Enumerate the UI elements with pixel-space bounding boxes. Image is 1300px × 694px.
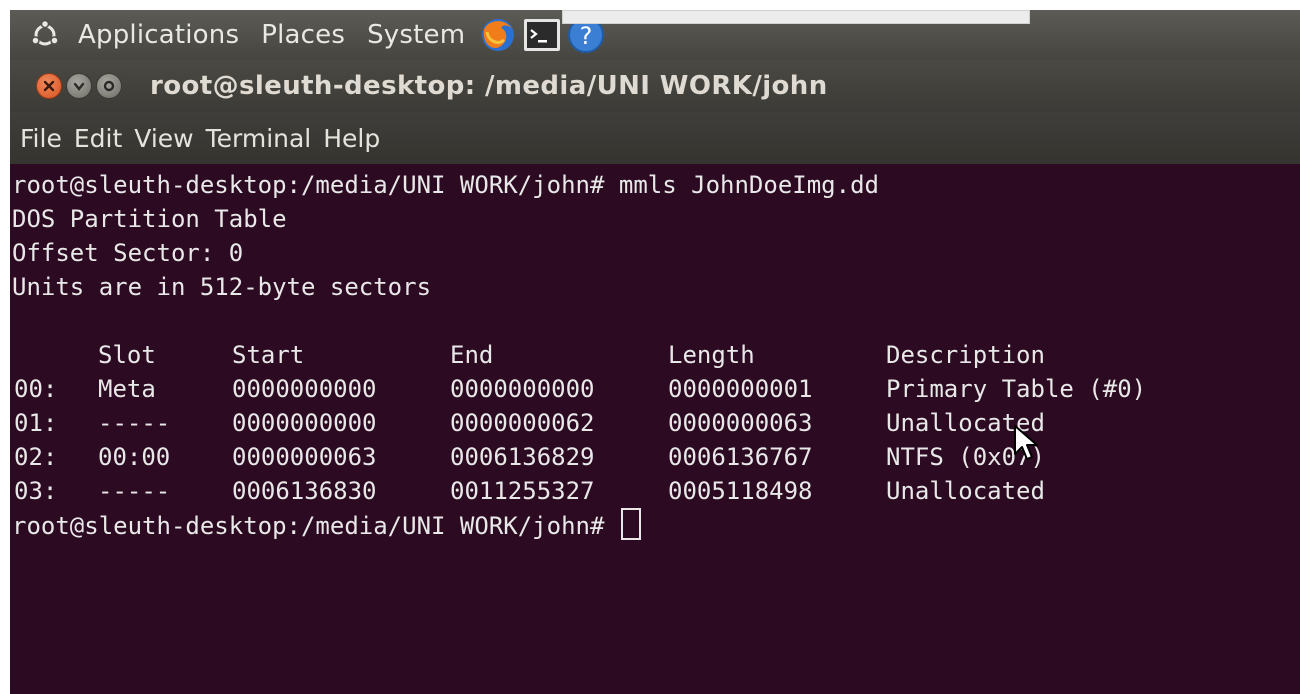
firefox-icon[interactable] <box>479 16 517 54</box>
start-cell: 0000000063 <box>232 443 377 471</box>
table-row: 00: Meta 0000000000 0000000000 000000000… <box>12 372 1300 406</box>
output-line: Units are in 512-byte sectors <box>12 273 432 301</box>
command-text: mmls JohnDoeImg.dd <box>618 171 879 199</box>
end-cell: 0011255327 <box>450 477 595 505</box>
system-menu[interactable]: System <box>367 20 465 50</box>
slot-cell: 00:00 <box>98 443 171 471</box>
slot-cell: ----- <box>98 409 171 437</box>
end-cell: 0000000062 <box>450 409 595 437</box>
column-header-description: Description <box>886 341 1045 369</box>
text-cursor <box>620 508 641 540</box>
description-cell: Primary Table (#0) <box>886 375 1147 403</box>
column-header-end: End <box>450 341 494 369</box>
slot-cell: ----- <box>98 477 171 505</box>
table-row: 01: ----- 0000000000 0000000062 00000000… <box>12 406 1300 440</box>
partition-table-header: Slot Start End Length Description <box>12 338 1300 372</box>
top-panel: Applications Places System ? <box>10 10 1300 60</box>
end-cell: 0000000000 <box>450 375 595 403</box>
description-cell: Unallocated <box>886 477 1045 505</box>
menu-edit[interactable]: Edit <box>74 124 122 153</box>
start-cell: 0000000000 <box>232 375 377 403</box>
output-line: DOS Partition Table <box>12 205 287 233</box>
window-title: root@sleuth-desktop: /media/UNI WORK/joh… <box>150 71 828 101</box>
menu-file[interactable]: File <box>20 124 62 153</box>
row-index: 01: <box>14 409 58 437</box>
terminal-icon[interactable] <box>523 16 561 54</box>
desktop-screen: Applications Places System ? root@sleuth… <box>10 10 1300 694</box>
table-row: 03: ----- 0006136830 0011255327 00051184… <box>12 474 1300 508</box>
length-cell: 0006136767 <box>668 443 813 471</box>
active-prompt-line[interactable]: root@sleuth-desktop:/media/UNI WORK/john… <box>12 508 1300 542</box>
places-menu[interactable]: Places <box>261 20 345 50</box>
terminal-menubar: File Edit View Terminal Help <box>10 112 1300 164</box>
end-cell: 0006136829 <box>450 443 595 471</box>
menu-help[interactable]: Help <box>323 124 380 153</box>
maximize-window-button[interactable] <box>96 73 122 99</box>
close-icon <box>43 80 55 92</box>
terminal-output-area[interactable]: root@sleuth-desktop:/media/UNI WORK/john… <box>10 164 1300 694</box>
prompt: root@sleuth-desktop:/media/UNI WORK/john… <box>12 171 605 199</box>
row-index: 00: <box>14 375 58 403</box>
window-titlebar[interactable]: root@sleuth-desktop: /media/UNI WORK/joh… <box>10 60 1300 112</box>
column-header-length: Length <box>668 341 755 369</box>
length-cell: 0005118498 <box>668 477 813 505</box>
start-cell: 0000000000 <box>232 409 377 437</box>
column-header-slot: Slot <box>98 341 156 369</box>
table-row: 02: 00:00 0000000063 0006136829 00061367… <box>12 440 1300 474</box>
applications-menu[interactable]: Applications <box>78 20 239 50</box>
row-index: 02: <box>14 443 58 471</box>
mouse-pointer-icon <box>1014 425 1038 460</box>
svg-text:?: ? <box>580 22 593 50</box>
column-header-start: Start <box>232 341 305 369</box>
close-window-button[interactable] <box>36 73 62 99</box>
menu-view[interactable]: View <box>134 124 193 153</box>
output-line: Offset Sector: 0 <box>12 239 244 267</box>
prompt: root@sleuth-desktop:/media/UNI WORK/john… <box>12 512 605 540</box>
command-line: root@sleuth-desktop:/media/UNI WORK/john… <box>12 168 1300 202</box>
maximize-icon <box>103 80 115 92</box>
minimize-window-button[interactable] <box>66 73 92 99</box>
slot-cell: Meta <box>98 375 156 403</box>
row-index: 03: <box>14 477 58 505</box>
menu-terminal[interactable]: Terminal <box>206 124 312 153</box>
chevron-down-icon <box>73 82 85 91</box>
length-cell: 0000000001 <box>668 375 813 403</box>
length-cell: 0000000063 <box>668 409 813 437</box>
start-cell: 0006136830 <box>232 477 377 505</box>
panel-overlay-bar <box>562 10 1030 24</box>
ubuntu-logo-icon[interactable] <box>28 18 62 52</box>
